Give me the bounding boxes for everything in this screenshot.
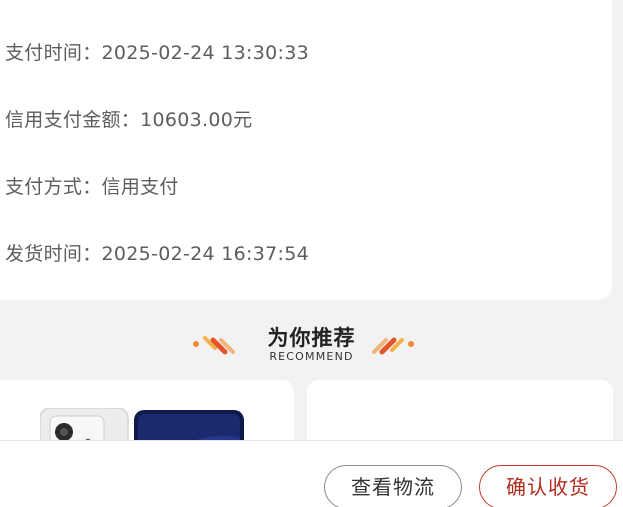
confirm-receipt-button[interactable]: 确认收货 bbox=[479, 465, 617, 507]
recommend-title: 为你推荐 bbox=[267, 326, 356, 350]
order-detail-page: 支付时间：2025-02-24 13:30:33 信用支付金额：10603.00… bbox=[0, 0, 623, 507]
order-info-card: 支付时间：2025-02-24 13:30:33 信用支付金额：10603.00… bbox=[0, 0, 612, 300]
credit-amount-value: 10603.00元 bbox=[140, 109, 253, 131]
credit-amount-row: 信用支付金额：10603.00元 bbox=[5, 105, 252, 132]
payment-time-row: 支付时间：2025-02-24 13:30:33 bbox=[5, 38, 309, 65]
bottom-action-bar: 查看物流 确认收货 bbox=[0, 440, 623, 507]
payment-method-row: 支付方式：信用支付 bbox=[5, 172, 179, 199]
payment-method-label: 支付方式： bbox=[5, 176, 102, 198]
payment-method-value: 信用支付 bbox=[101, 176, 179, 198]
recommend-header: 为你推荐 RECOMMEND bbox=[0, 318, 623, 370]
payment-time-value: 2025-02-24 13:30:33 bbox=[101, 42, 310, 64]
payment-time-label: 支付时间： bbox=[5, 42, 102, 64]
shipping-time-label: 发货时间： bbox=[5, 243, 102, 265]
credit-amount-label: 信用支付金额： bbox=[5, 109, 141, 131]
decoration-right-icon bbox=[372, 337, 414, 355]
view-logistics-button[interactable]: 查看物流 bbox=[324, 465, 462, 507]
shipping-time-row: 发货时间：2025-02-24 16:37:54 bbox=[5, 239, 309, 266]
shipping-time-value: 2025-02-24 16:37:54 bbox=[101, 243, 310, 265]
recommend-subtitle: RECOMMEND bbox=[269, 350, 354, 363]
